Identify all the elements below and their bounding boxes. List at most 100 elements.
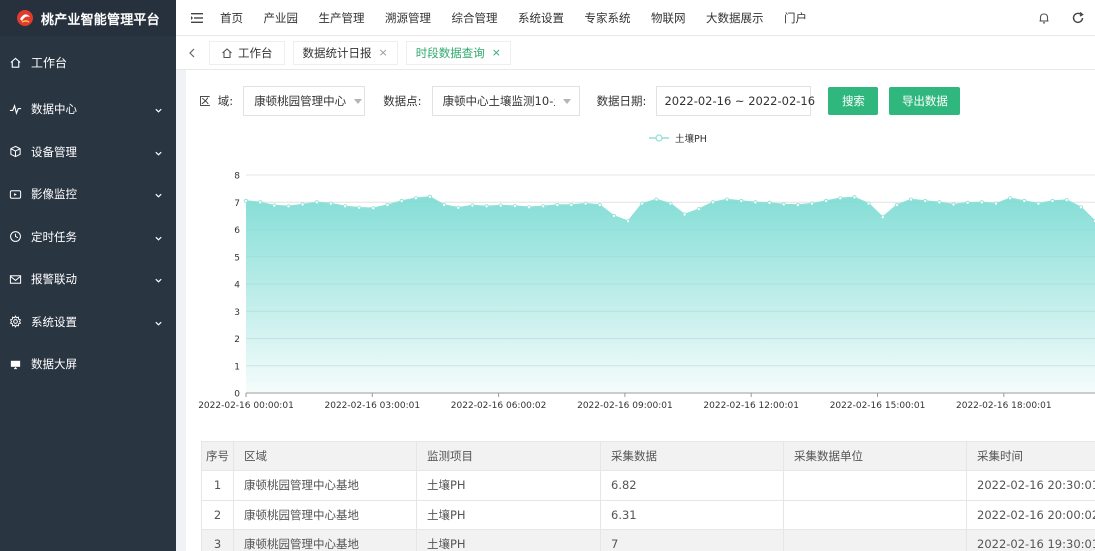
top-nav-item[interactable]: 门户 — [784, 10, 807, 26]
top-nav-item[interactable]: 综合管理 — [452, 10, 498, 26]
tab-scroll-left-icon[interactable] — [187, 48, 197, 58]
data-point — [328, 201, 333, 206]
data-point — [923, 198, 928, 203]
table-cell: 2022-02-16 19:30:01 — [966, 529, 1095, 551]
table-cell: 土壤PH — [416, 499, 601, 530]
data-point — [343, 204, 348, 209]
table-header-cell: 监测项目 — [416, 441, 601, 471]
table-row[interactable]: 3 康顿桃园管理中心基地 土壤PH 7 2022-02-16 19:30:01 — [201, 529, 1095, 551]
top-nav-item[interactable]: 专家系统 — [585, 10, 631, 26]
sidebar-item[interactable]: 定时任务 — [0, 216, 176, 259]
chevron-down-icon — [354, 98, 363, 104]
x-tick-label: 2022-02-16 09:00:01 — [577, 401, 673, 411]
home-icon — [8, 55, 22, 69]
chevron-down-icon — [154, 232, 164, 242]
refresh-icon[interactable] — [1071, 11, 1085, 25]
sidebar-item[interactable]: 系统设置 — [0, 301, 176, 344]
close-icon[interactable]: × — [492, 46, 501, 59]
menu-toggle-icon[interactable] — [190, 11, 204, 25]
data-point — [300, 202, 305, 207]
data-point — [583, 201, 588, 206]
data-point — [258, 200, 263, 205]
area-select[interactable]: 康顿桃园管理中心 — [243, 86, 366, 116]
sidebar-item-label: 数据中心 — [31, 102, 77, 117]
table-cell: 2 — [201, 499, 234, 530]
y-tick-label: 4 — [234, 281, 240, 291]
data-point — [484, 204, 489, 209]
data-point — [626, 219, 631, 224]
top-nav-item[interactable]: 溯源管理 — [385, 10, 431, 26]
data-point — [965, 200, 970, 205]
sidebar: 桃产业智能管理平台 工作台 数据中心 设备管理 影像监控 定时任务 报警联动 系统设置 数据大… — [0, 0, 176, 551]
main-content: 区 域: 康顿桃园管理中心 数据点: 康顿中心土壤监测10-土 数据日期: 20… — [186, 70, 1095, 551]
data-point — [951, 202, 956, 207]
sidebar-menu: 工作台数据中心设备管理影像监控定时任务 报警联动 系统设置 数据大屏 — [0, 36, 176, 386]
sidebar-item-label: 影像监控 — [31, 187, 77, 202]
sidebar-item[interactable]: 工作台 — [0, 36, 176, 88]
camera-icon — [8, 187, 22, 201]
chevron-down-icon — [562, 98, 571, 104]
data-point — [272, 203, 277, 208]
pulse-icon — [8, 102, 22, 116]
table-cell: 3 — [201, 529, 234, 551]
y-tick-label: 7 — [234, 199, 240, 209]
date-range-input[interactable]: 2022-02-16 ~ 2022-02-16 — [656, 86, 815, 116]
sidebar-item[interactable]: 报警联动 — [0, 258, 176, 301]
close-icon[interactable]: × — [379, 46, 388, 59]
table-row[interactable]: 2 康顿桃园管理中心基地 土壤PH 6.31 2022-02-16 20:00:02 — [201, 499, 1095, 530]
data-point — [427, 194, 432, 199]
gear-icon — [8, 315, 22, 329]
top-nav-item[interactable]: 首页 — [220, 10, 243, 26]
clock-icon — [8, 230, 22, 244]
y-tick-label: 8 — [234, 172, 240, 182]
tab[interactable]: 数据统计日报 × — [292, 40, 398, 65]
chevron-down-icon — [154, 189, 164, 199]
data-point — [385, 203, 390, 208]
data-point — [611, 213, 616, 218]
tab-label: 工作台 — [238, 45, 273, 60]
table-cell: 2022-02-16 20:30:01 — [966, 470, 1095, 501]
data-point — [555, 203, 560, 208]
data-point-select[interactable]: 康顿中心土壤监测10-土 — [431, 86, 580, 116]
data-point — [541, 204, 546, 209]
sidebar-item[interactable]: 设备管理 — [0, 131, 176, 174]
data-point — [753, 200, 758, 205]
table-header-cell: 序号 — [201, 441, 234, 471]
data-point — [725, 197, 730, 202]
data-point — [526, 205, 531, 210]
top-nav-item[interactable]: 物联网 — [651, 10, 686, 26]
date-range-value: 2022-02-16 ~ 2022-02-16 — [664, 94, 816, 108]
home-icon — [221, 47, 233, 59]
top-nav-item[interactable]: 产业园 — [264, 10, 299, 26]
tab[interactable]: 工作台 — [209, 40, 285, 65]
sidebar-item[interactable]: 数据中心 — [0, 88, 176, 131]
data-point — [824, 198, 829, 203]
data-point — [781, 202, 786, 207]
data-point — [937, 200, 942, 205]
area-label: 区 域: — [199, 94, 234, 108]
table-header-cell: 采集数据单位 — [783, 441, 967, 471]
search-button[interactable]: 搜索 — [828, 87, 879, 115]
tab[interactable]: 时段数据查询 × — [405, 40, 511, 65]
data-point — [880, 215, 885, 220]
cube-icon — [8, 145, 22, 159]
data-point — [696, 207, 701, 212]
top-nav-menu: 首页 产业园 生产管理 溯源管理 综合管理 系统设置 专家系统 物联网 大数据展示 门户 — [220, 10, 828, 26]
legend-marker — [655, 134, 663, 142]
table-row[interactable]: 1 康顿桃园管理中心基地 土壤PH 6.82 2022-02-16 20:30:01 — [201, 470, 1095, 501]
data-point — [795, 203, 800, 208]
top-nav-item[interactable]: 大数据展示 — [706, 10, 764, 26]
bell-icon[interactable] — [1037, 11, 1051, 25]
sidebar-item[interactable]: 数据大屏 — [0, 343, 176, 386]
table-cell: 康顿桃园管理中心基地 — [233, 499, 417, 530]
export-data-button[interactable]: 导出数据 — [889, 87, 961, 115]
x-tick-label: 2022-02-16 18:00:01 — [956, 401, 1052, 411]
series-area — [246, 196, 1095, 393]
chevron-down-icon — [154, 104, 164, 114]
top-nav-item[interactable]: 生产管理 — [319, 10, 365, 26]
top-nav-item[interactable]: 系统设置 — [518, 10, 564, 26]
table-cell: 6.82 — [600, 470, 784, 501]
sidebar-item[interactable]: 影像监控 — [0, 173, 176, 216]
table-cell — [783, 470, 967, 501]
tab-list: 工作台 数据统计日报 × 时段数据查询 × — [209, 40, 519, 65]
